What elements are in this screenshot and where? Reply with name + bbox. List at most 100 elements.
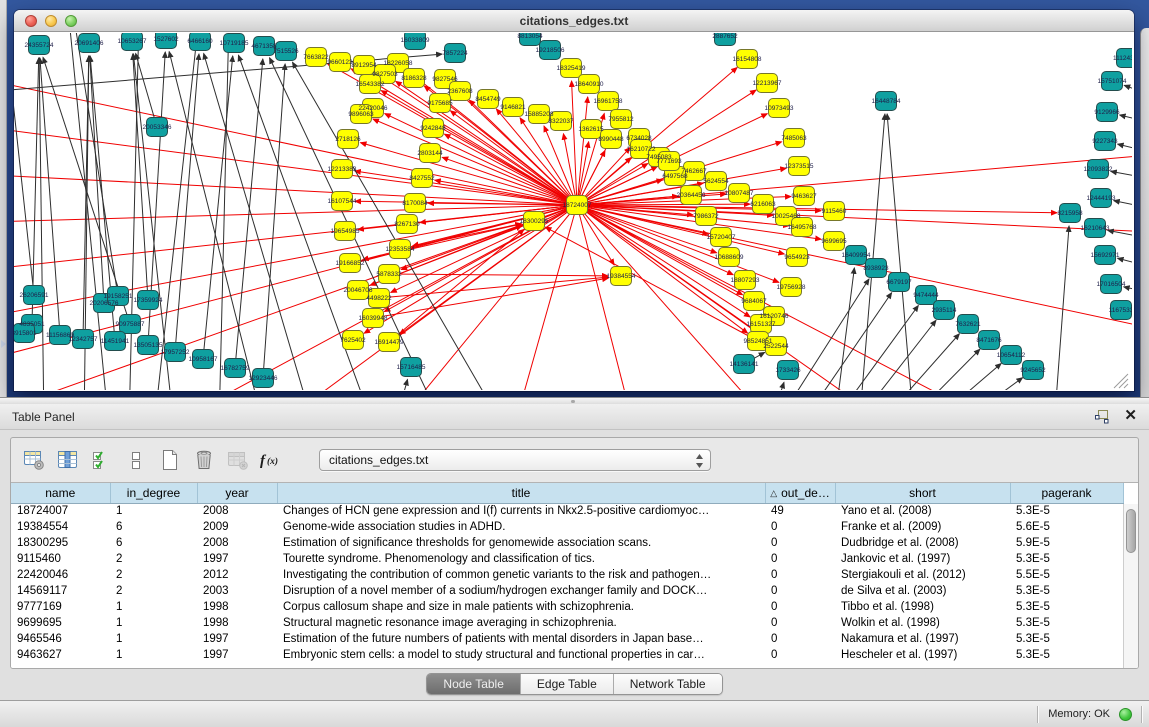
- table-cell: 1: [110, 599, 197, 615]
- svg-text:16409954: 16409954: [842, 252, 871, 259]
- svg-text:18724007: 18724007: [563, 202, 592, 209]
- svg-text:16448784: 16448784: [872, 98, 901, 105]
- table-row[interactable]: 969969511998Structural magnetic resonanc…: [11, 615, 1123, 631]
- function-builder-button[interactable]: f(x): [259, 447, 285, 473]
- network-window-titlebar[interactable]: citations_edges.txt: [14, 10, 1134, 32]
- table-cell: 2: [110, 567, 197, 583]
- table-cell: Embryonic stem cells: a model to study s…: [277, 647, 765, 663]
- table-row[interactable]: 1830029562008Estimation of significance …: [11, 535, 1123, 551]
- column-header-out_de[interactable]: △out_de…: [765, 483, 835, 503]
- panel-splitter-handle[interactable]: [0, 397, 1149, 404]
- column-header-short[interactable]: short: [835, 483, 1010, 503]
- memory-ok-led-icon[interactable]: [1119, 708, 1132, 721]
- left-panel-strip: [0, 0, 7, 397]
- panel-collapse-arrow-icon[interactable]: [1, 340, 6, 348]
- svg-text:9245652: 9245652: [1020, 367, 1046, 374]
- close-window-button[interactable]: [25, 15, 37, 27]
- float-panel-button[interactable]: [1094, 409, 1110, 424]
- svg-text:1527602: 1527602: [153, 36, 179, 43]
- svg-text:4498222: 4498222: [366, 295, 392, 302]
- column-header-in_degree[interactable]: in_degree: [110, 483, 197, 503]
- table-cell: 2003: [197, 583, 277, 599]
- svg-text:7771693: 7771693: [656, 158, 682, 165]
- status-bar: Memory: OK: [0, 700, 1149, 727]
- table-cell: 18724007: [11, 503, 110, 519]
- svg-text:18300295: 18300295: [520, 218, 549, 225]
- svg-text:3915801: 3915801: [14, 330, 37, 337]
- network-desktop: citations_edges.txt 24355724206914061065…: [0, 0, 1149, 397]
- close-panel-button[interactable]: ✕: [1124, 408, 1137, 424]
- table-row[interactable]: 946362711997Embryonic stem cells: a mode…: [11, 647, 1123, 663]
- table-selector-value: citations_edges.txt: [329, 453, 428, 467]
- svg-text:16961758: 16961758: [594, 98, 623, 105]
- svg-text:18325419: 18325419: [557, 65, 586, 72]
- table-cell: 0: [765, 583, 835, 599]
- table-scrollbar[interactable]: [1123, 504, 1138, 668]
- svg-text:10025468: 10025468: [772, 213, 801, 220]
- svg-text:9827503: 9827503: [372, 71, 398, 78]
- table-row[interactable]: 1456911722003Disruption of a novel membe…: [11, 583, 1123, 599]
- svg-text:15716485: 15716485: [397, 364, 426, 371]
- float-panel-icon: [1094, 409, 1110, 424]
- column-header-year[interactable]: year: [197, 483, 277, 503]
- table-row[interactable]: 2242004622012Investigating the contribut…: [11, 567, 1123, 583]
- tab-network-table[interactable]: Network Table: [613, 674, 722, 694]
- svg-text:14136141: 14136141: [730, 361, 759, 368]
- table-row[interactable]: 977716911998Corpus callosum shape and si…: [11, 599, 1123, 615]
- svg-text:9115460: 9115460: [822, 208, 847, 215]
- svg-text:12373515: 12373515: [785, 163, 814, 170]
- svg-text:17957252: 17957252: [161, 349, 190, 356]
- svg-text:12342757: 12342757: [69, 336, 98, 343]
- svg-text:19166852: 19166852: [336, 260, 365, 267]
- minimize-window-button[interactable]: [45, 15, 57, 27]
- table-cell: 5.3E-5: [1010, 631, 1123, 647]
- table-row[interactable]: 946554611997Estimation of the future num…: [11, 631, 1123, 647]
- table-settings-button[interactable]: [21, 447, 47, 473]
- table-row[interactable]: 1872400712008Changes of HCN gene express…: [11, 503, 1123, 519]
- column-chooser-button[interactable]: [55, 447, 81, 473]
- table-cell: Structural magnetic resonance image aver…: [277, 615, 765, 631]
- column-header-title[interactable]: title: [277, 483, 765, 503]
- svg-text:2803144: 2803144: [417, 150, 443, 157]
- delete-rows-button[interactable]: [191, 447, 217, 473]
- tab-edge-table[interactable]: Edge Table: [520, 674, 613, 694]
- table-cell: Nakamura et al. (1997): [835, 631, 1010, 647]
- column-header-name[interactable]: name: [11, 483, 110, 503]
- svg-text:2718126: 2718126: [335, 136, 361, 143]
- svg-text:16154808: 16154808: [733, 56, 762, 63]
- column-header-pagerank[interactable]: pagerank: [1010, 483, 1123, 503]
- table-selector-dropdown[interactable]: citations_edges.txt: [319, 449, 711, 471]
- table-cell: 2009: [197, 519, 277, 535]
- svg-text:2887652: 2887652: [712, 33, 738, 40]
- deselect-rows-button[interactable]: [123, 447, 149, 473]
- svg-text:12093822: 12093822: [1084, 166, 1113, 173]
- svg-text:6466160: 6466160: [187, 38, 213, 45]
- svg-text:8471676: 8471676: [976, 337, 1002, 344]
- table-row[interactable]: 911546021997Tourette syndrome. Phenomeno…: [11, 551, 1123, 567]
- svg-text:7625402: 7625402: [340, 337, 366, 344]
- table-cell: Tourette syndrome. Phenomenology and cla…: [277, 551, 765, 567]
- table-row[interactable]: 1938455462009Genome-wide association stu…: [11, 519, 1123, 535]
- svg-text:16107544: 16107544: [328, 198, 357, 205]
- svg-text:18807293: 18807293: [731, 277, 760, 284]
- svg-text:(x): (x): [267, 456, 278, 467]
- stepper-icon: [694, 452, 705, 470]
- svg-text:12213967: 12213967: [753, 80, 782, 87]
- zoom-window-button[interactable]: [65, 15, 77, 27]
- select-all-rows-button[interactable]: [89, 447, 115, 473]
- table-panel-body: f(x) citations_edges.txt namein_degreeyea…: [10, 437, 1139, 669]
- new-table-button[interactable]: [157, 447, 183, 473]
- table-cell: 1: [110, 503, 197, 519]
- network-canvas[interactable]: 2435572420691406106532671527602646616010…: [14, 33, 1132, 390]
- svg-text:9474444: 9474444: [913, 292, 939, 299]
- select-all-rows-icon: [91, 449, 113, 471]
- svg-text:9242848: 9242848: [420, 125, 446, 132]
- svg-text:1362615: 1362615: [578, 126, 604, 133]
- tab-node-table[interactable]: Node Table: [427, 674, 520, 694]
- scrollbar-thumb[interactable]: [1126, 509, 1136, 553]
- table-panel: Table Panel ✕ f(x)citations_edges.txt na…: [0, 397, 1149, 727]
- table-cell: 2: [110, 583, 197, 599]
- svg-text:2367608: 2367608: [447, 88, 473, 95]
- svg-text:8215958: 8215958: [1057, 210, 1083, 217]
- svg-text:8427552: 8427552: [409, 175, 435, 182]
